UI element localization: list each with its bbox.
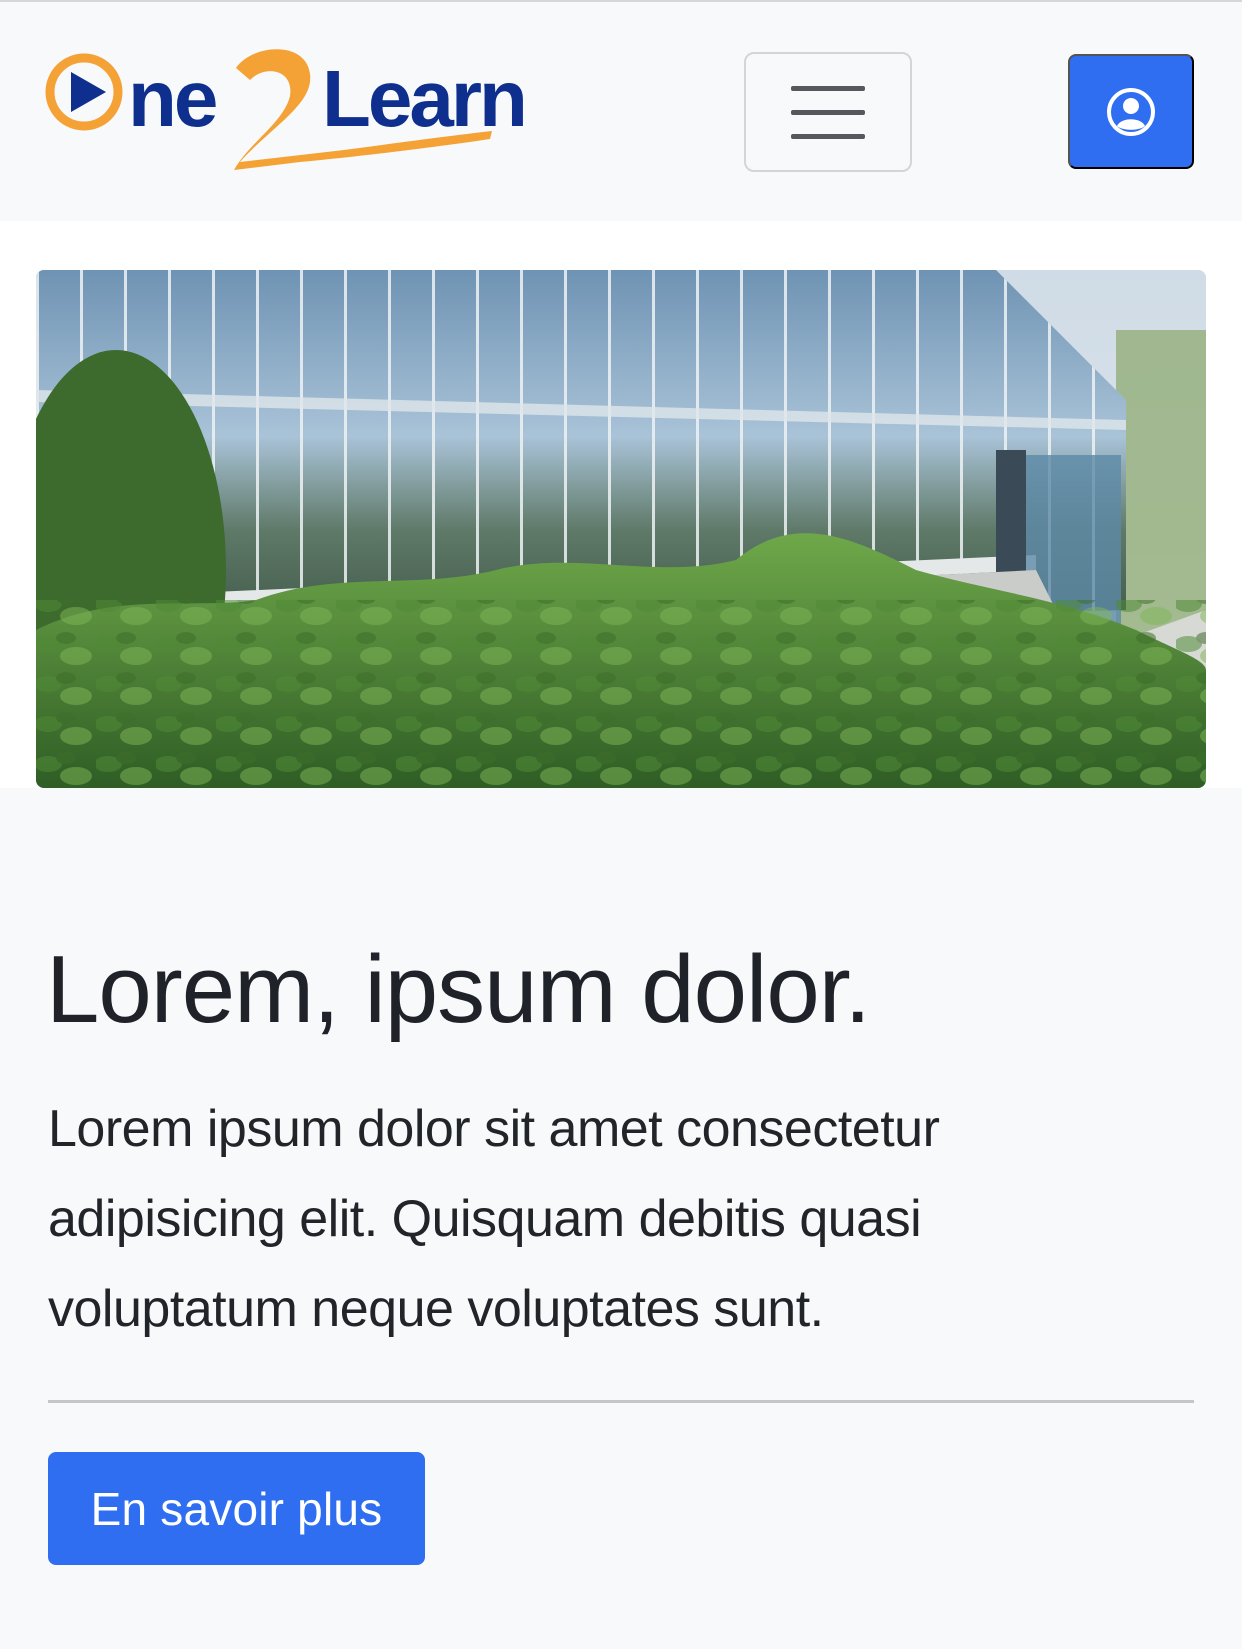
logo-graphic: ne Learn	[45, 49, 528, 170]
lead-paragraph: Lorem ipsum dolor sit amet consectetur a…	[48, 1100, 940, 1338]
hamburger-menu-icon	[791, 85, 865, 91]
page: ne Learn Lorem, ipsum dolor. Lorem ipsum…	[0, 0, 1242, 1649]
learn-more-button[interactable]: En savoir plus	[48, 1452, 425, 1565]
account-button[interactable]	[1068, 54, 1194, 169]
menu-toggle-button[interactable]	[744, 52, 912, 172]
navbar: ne Learn	[0, 2, 1242, 221]
brand-logo[interactable]: ne Learn	[44, 38, 584, 182]
logo-text-learn: Learn	[322, 54, 525, 143]
hamburger-menu-icon-bar	[791, 109, 865, 115]
horizontal-divider	[48, 1400, 1194, 1403]
user-circle-icon	[1107, 87, 1155, 136]
hero-image	[36, 270, 1206, 788]
page-title: Lorem, ipsum dolor.	[46, 936, 871, 1043]
hamburger-menu-icon-bar	[791, 133, 865, 139]
logo-text-ne: ne	[128, 54, 216, 143]
